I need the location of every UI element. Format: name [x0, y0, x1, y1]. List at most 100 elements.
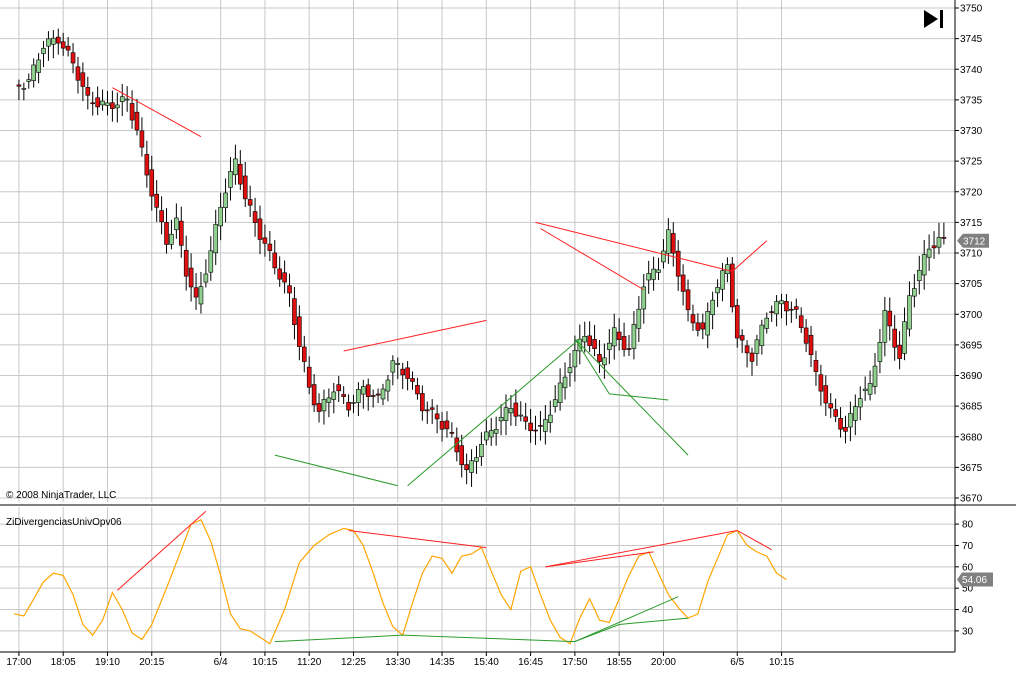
- last-oscillator-text: 54.06: [962, 575, 987, 586]
- up-candle: [902, 321, 907, 354]
- up-candle: [395, 363, 401, 365]
- y-tick-label: 3720: [960, 187, 983, 198]
- down-candle: [134, 111, 140, 131]
- up-candle: [41, 47, 46, 54]
- last-oscillator-badge: 54.06: [957, 572, 993, 587]
- down-candle: [159, 210, 164, 223]
- up-candle: [848, 413, 853, 428]
- y-tick-label: 3730: [960, 126, 983, 137]
- y-tick-label: 3705: [960, 279, 983, 290]
- down-candle: [370, 395, 376, 397]
- down-candle: [813, 360, 819, 372]
- up-candle: [484, 431, 489, 441]
- y-tick-label: 3675: [960, 463, 983, 474]
- down-candle: [252, 211, 258, 223]
- down-candle: [789, 308, 794, 311]
- up-candle: [872, 365, 878, 387]
- up-candle: [479, 443, 484, 458]
- up-candle: [105, 102, 110, 106]
- x-tick-label: 16:45: [518, 657, 543, 668]
- up-candle: [715, 287, 720, 294]
- up-candle: [474, 457, 479, 462]
- down-candle: [188, 267, 194, 288]
- osc-y-tick-label: 80: [962, 520, 974, 531]
- up-candle: [907, 295, 912, 330]
- up-candle: [469, 460, 474, 473]
- down-candle: [420, 393, 425, 412]
- down-candle: [680, 274, 686, 292]
- down-candle: [670, 233, 676, 254]
- down-candle: [897, 344, 902, 359]
- osc-y-tick-label: 30: [962, 626, 974, 637]
- up-candle: [651, 268, 656, 280]
- down-candle: [424, 409, 430, 412]
- up-candle: [572, 350, 578, 368]
- up-candle: [174, 217, 179, 231]
- down-candle: [626, 348, 632, 350]
- down-candle: [587, 335, 592, 346]
- up-candle: [385, 379, 391, 392]
- up-candle: [321, 399, 327, 412]
- up-candle: [882, 310, 888, 343]
- down-candle: [523, 416, 528, 422]
- down-candle: [400, 368, 405, 376]
- down-candle: [65, 45, 71, 51]
- copyright-text: © 2008 NinjaTrader, LLC: [6, 490, 116, 501]
- up-candle: [582, 336, 588, 343]
- up-candle: [912, 288, 917, 297]
- down-candle: [164, 222, 169, 245]
- down-candle: [621, 336, 627, 350]
- up-candle: [508, 408, 514, 414]
- osc-y-tick-label: 70: [962, 541, 974, 552]
- x-tick-label: 6/5: [730, 657, 744, 668]
- down-candle: [193, 287, 199, 298]
- up-candle: [488, 430, 494, 438]
- up-candle: [779, 300, 784, 305]
- down-candle: [336, 384, 342, 392]
- up-candle: [228, 171, 233, 188]
- y-tick-label: 3750: [960, 4, 983, 15]
- y-tick-label: 3740: [960, 65, 983, 76]
- down-candle: [808, 334, 814, 356]
- down-candle: [941, 237, 947, 239]
- down-candle: [734, 305, 740, 339]
- y-tick-label: 3670: [960, 494, 983, 505]
- up-candle: [562, 376, 568, 389]
- down-candle: [439, 421, 445, 430]
- up-candle: [611, 327, 617, 347]
- up-candle: [124, 98, 130, 101]
- up-candle: [557, 382, 563, 404]
- up-candle: [636, 308, 642, 329]
- y-tick-label: 3745: [960, 34, 983, 45]
- up-candle: [380, 388, 386, 400]
- down-candle: [311, 384, 317, 406]
- down-candle: [444, 420, 450, 430]
- down-candle: [818, 374, 824, 392]
- up-candle: [518, 414, 524, 417]
- up-candle: [203, 273, 209, 283]
- down-candle: [700, 322, 706, 330]
- down-candle: [55, 36, 61, 44]
- x-tick-label: 11:20: [297, 657, 322, 668]
- x-tick-label: 20:00: [651, 657, 676, 668]
- down-candle: [434, 413, 440, 420]
- up-candle: [115, 104, 120, 109]
- indicator-title: ZiDivergenciasUnivOpv06: [6, 517, 122, 528]
- down-candle: [365, 384, 371, 397]
- up-candle: [916, 270, 922, 282]
- down-candle: [316, 403, 322, 412]
- x-tick-label: 18:05: [51, 657, 76, 668]
- down-candle: [616, 331, 622, 340]
- down-candle: [429, 407, 435, 410]
- down-candle: [287, 285, 292, 294]
- down-candle: [282, 272, 287, 283]
- down-candle: [277, 268, 282, 280]
- up-candle: [552, 399, 558, 407]
- up-candle: [351, 402, 356, 404]
- y-tick-label: 3725: [960, 157, 983, 168]
- up-candle: [567, 367, 573, 374]
- chart-background: [0, 0, 1016, 674]
- up-candle: [51, 37, 56, 45]
- down-candle: [892, 328, 897, 348]
- up-candle: [31, 64, 36, 81]
